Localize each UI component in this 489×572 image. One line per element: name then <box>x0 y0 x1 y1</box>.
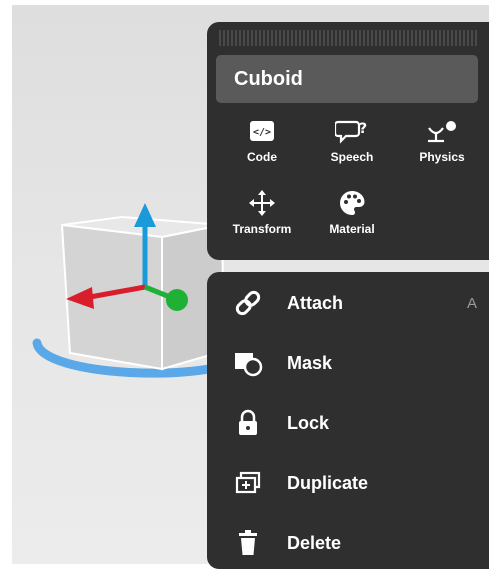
material-button[interactable]: Material <box>317 188 387 236</box>
trash-icon <box>229 529 267 557</box>
attach-label: Attach <box>287 292 344 313</box>
code-label: Code <box>247 150 277 164</box>
delete-label: Delete <box>287 532 342 553</box>
mask-icon <box>229 349 267 377</box>
speech-icon: ? <box>333 117 369 148</box>
object-title[interactable]: Cuboid <box>216 55 478 103</box>
object-panel: Cuboid </> Code ? Speech Physics Transfo… <box>207 22 489 260</box>
menu-item-attach[interactable]: Attach A <box>207 274 489 332</box>
z-axis-handle[interactable] <box>166 289 188 311</box>
context-menu: Attach A Mask Lock Duplicate Delete <box>207 272 489 569</box>
duplicate-label: Duplicate <box>287 472 369 493</box>
menu-item-mask[interactable]: Mask <box>207 334 489 392</box>
mask-label: Mask <box>287 352 333 373</box>
code-button[interactable]: </> Code <box>227 116 297 164</box>
svg-text:</>: </> <box>253 127 271 138</box>
code-icon: </> <box>249 120 275 145</box>
transform-label: Transform <box>232 222 292 236</box>
material-label: Material <box>329 222 375 236</box>
physics-button[interactable]: Physics <box>407 116 477 164</box>
speech-label: Speech <box>330 150 374 164</box>
attach-shortcut: A <box>466 294 477 312</box>
move-icon <box>248 189 276 220</box>
physics-label: Physics <box>419 150 465 164</box>
lock-icon <box>229 409 267 437</box>
y-axis-arrow[interactable] <box>134 203 156 227</box>
link-icon <box>229 288 267 318</box>
physics-icon <box>425 118 459 147</box>
menu-item-delete[interactable]: Delete <box>207 514 489 572</box>
transform-button[interactable]: Transform <box>227 188 297 236</box>
menu-item-lock[interactable]: Lock <box>207 394 489 452</box>
lock-label: Lock <box>287 412 330 433</box>
palette-icon <box>338 189 366 220</box>
duplicate-icon <box>229 470 267 496</box>
drag-handle[interactable] <box>219 30 477 46</box>
svg-text:?: ? <box>359 121 367 137</box>
speech-button[interactable]: ? Speech <box>317 116 387 164</box>
menu-item-duplicate[interactable]: Duplicate <box>207 454 489 512</box>
